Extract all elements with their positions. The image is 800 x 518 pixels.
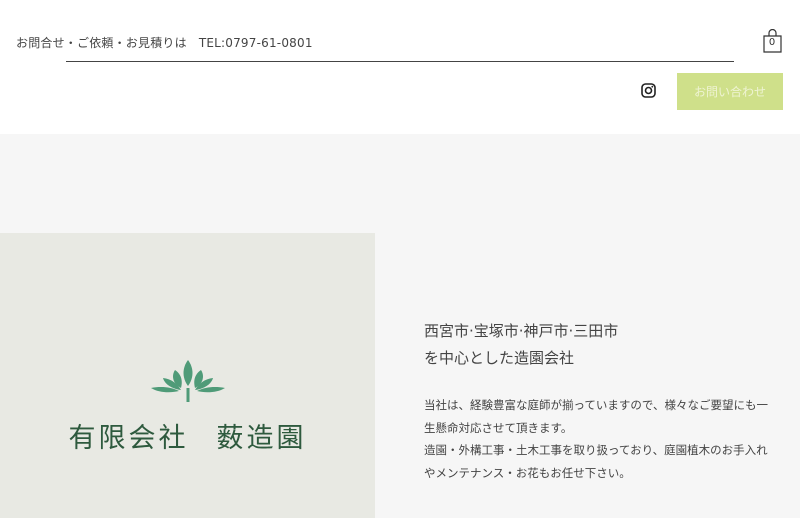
company-name: 有限会社 薮造園 <box>0 416 375 455</box>
instagram-link[interactable] <box>641 83 656 98</box>
cart-button[interactable]: 0 <box>762 28 784 53</box>
body-line: 生懸命対応させて頂きます。 <box>424 420 573 435</box>
header-contact-info: お問合せ・ご依頼・お見積りは TEL:0797-61-0801 <box>16 34 313 51</box>
contact-button[interactable]: お問い合わせ <box>677 73 783 110</box>
telephone-number[interactable]: TEL:0797-61-0801 <box>199 36 313 50</box>
body-line: 造園・外構工事・土木工事を取り扱っており、庭園植木のお手入れ <box>424 443 768 457</box>
logo-panel: 有限会社 薮造園 <box>0 233 375 518</box>
header-divider <box>66 61 734 62</box>
company-prefix: 有限会社 <box>68 423 189 454</box>
tagline-line: を中心とした造園会社 <box>424 349 575 367</box>
site-header: お問合せ・ご依頼・お見積りは TEL:0797-61-0801 0 お問い合わせ <box>0 0 800 134</box>
tagline: 西宮市·宝塚市·神戸市·三田市 を中心とした造園会社 <box>424 318 794 372</box>
instagram-icon <box>641 83 656 98</box>
intro-section: 西宮市·宝塚市·神戸市·三田市 を中心とした造園会社 当社は、経験豊富な庭師が揃… <box>424 318 794 484</box>
company-title: 薮造園 <box>216 423 307 454</box>
cart-count: 0 <box>768 37 776 48</box>
tagline-line: 西宮市·宝塚市·神戸市·三田市 <box>424 322 619 340</box>
contact-prompt-text: お問合せ・ご依頼・お見積りは <box>16 36 187 50</box>
body-line: やメンテナンス・お花もお任せ下さい。 <box>424 465 631 480</box>
intro-body-text: 当社は、経験豊富な庭師が揃っていますので、様々なご要望にも一 生懸命対応させて頂… <box>424 394 794 484</box>
body-line: 当社は、経験豊富な庭師が揃っていますので、様々なご要望にも一 <box>424 398 768 412</box>
lotus-leaf-logo-icon <box>151 360 225 402</box>
